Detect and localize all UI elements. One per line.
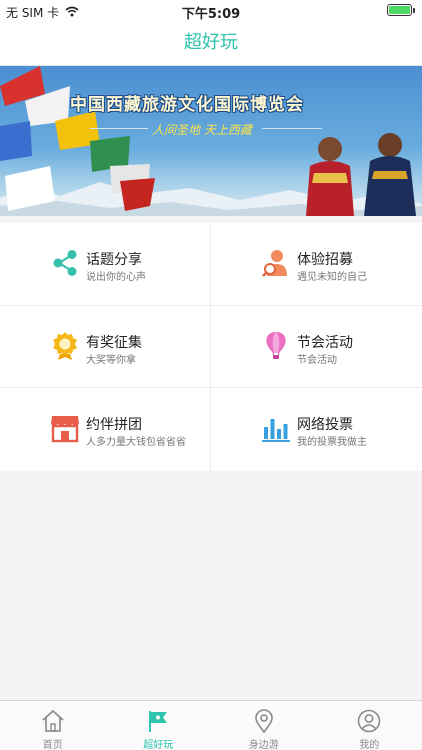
promo-banner[interactable]: 中国西藏旅游文化国际博览会 人间圣地 天上西藏 <box>0 66 422 216</box>
banner-subtitle: 人间圣地 天上西藏 <box>152 123 252 137</box>
menu-item-title: 节会活动 <box>297 335 353 351</box>
home-icon <box>41 709 65 733</box>
menu-item-subtitle: 人多力量大钱包省省省 <box>86 437 186 448</box>
menu-item-subtitle: 大奖等你拿 <box>86 355 136 366</box>
menu-item-subtitle: 遇见未知的自己 <box>297 272 367 283</box>
location-pin-icon <box>252 709 276 733</box>
tab-label: 超好玩 <box>143 740 174 750</box>
menu-item-prize-collect[interactable]: 有奖征集 大奖等你拿 <box>0 306 211 388</box>
banner-title: 中国西藏旅游文化国际博览会 <box>70 95 304 115</box>
bottom-tab-bar: 首页 超好玩 身边游 我的 <box>0 700 422 750</box>
prayer-flags-graphic <box>0 66 155 211</box>
menu-item-title: 有奖征集 <box>86 335 142 351</box>
storefront-icon <box>50 413 80 443</box>
menu-item-title: 约伴拼团 <box>86 417 142 433</box>
menu-item-title: 网络投票 <box>297 417 353 433</box>
banner-divider-right <box>262 128 322 129</box>
navigation-bar: 超好玩 <box>0 22 422 66</box>
menu-item-subtitle: 说出你的心声 <box>86 272 146 283</box>
banner-divider-left <box>90 128 148 129</box>
menu-item-festival-events[interactable]: 节会活动 节会活动 <box>211 306 422 388</box>
menu-item-title: 话题分享 <box>86 252 142 268</box>
tab-label: 首页 <box>42 740 63 750</box>
page-title: 超好玩 <box>184 32 238 53</box>
tab-label: 身边游 <box>248 740 279 750</box>
bar-chart-icon <box>261 413 291 443</box>
menu-item-title: 体验招募 <box>297 252 353 268</box>
feature-menu-grid: 话题分享 说出你的心声 体验招募 遇见未知的自己 有奖征集 大奖等你拿 节会活动… <box>0 223 422 471</box>
flag-icon <box>146 709 170 733</box>
status-time: 下午5:09 <box>181 7 241 22</box>
menu-item-experience-recruit[interactable]: 体验招募 遇见未知的自己 <box>211 223 422 306</box>
menu-item-topic-share[interactable]: 话题分享 说出你的心声 <box>0 223 211 306</box>
menu-item-group-buy[interactable]: 约伴拼团 人多力量大钱包省省省 <box>0 388 211 471</box>
status-bar: 无 SIM 卡 下午5:09 <box>0 0 422 22</box>
menu-item-subtitle: 我的投票我做主 <box>297 437 367 448</box>
share-icon <box>50 248 80 278</box>
tab-super-fun[interactable]: 超好玩 <box>106 701 212 750</box>
tab-nearby[interactable]: 身边游 <box>211 701 317 750</box>
tab-label: 我的 <box>359 740 380 750</box>
tab-home[interactable]: 首页 <box>0 701 106 750</box>
award-icon <box>50 331 80 361</box>
battery-icon <box>387 4 415 16</box>
user-icon <box>357 709 381 733</box>
menu-item-subtitle: 节会活动 <box>297 355 337 366</box>
dancers-graphic <box>306 133 416 216</box>
hot-air-balloon-icon <box>261 331 291 361</box>
menu-item-online-vote[interactable]: 网络投票 我的投票我做主 <box>211 388 422 471</box>
tab-mine[interactable]: 我的 <box>317 701 422 750</box>
recruit-icon <box>261 248 291 278</box>
